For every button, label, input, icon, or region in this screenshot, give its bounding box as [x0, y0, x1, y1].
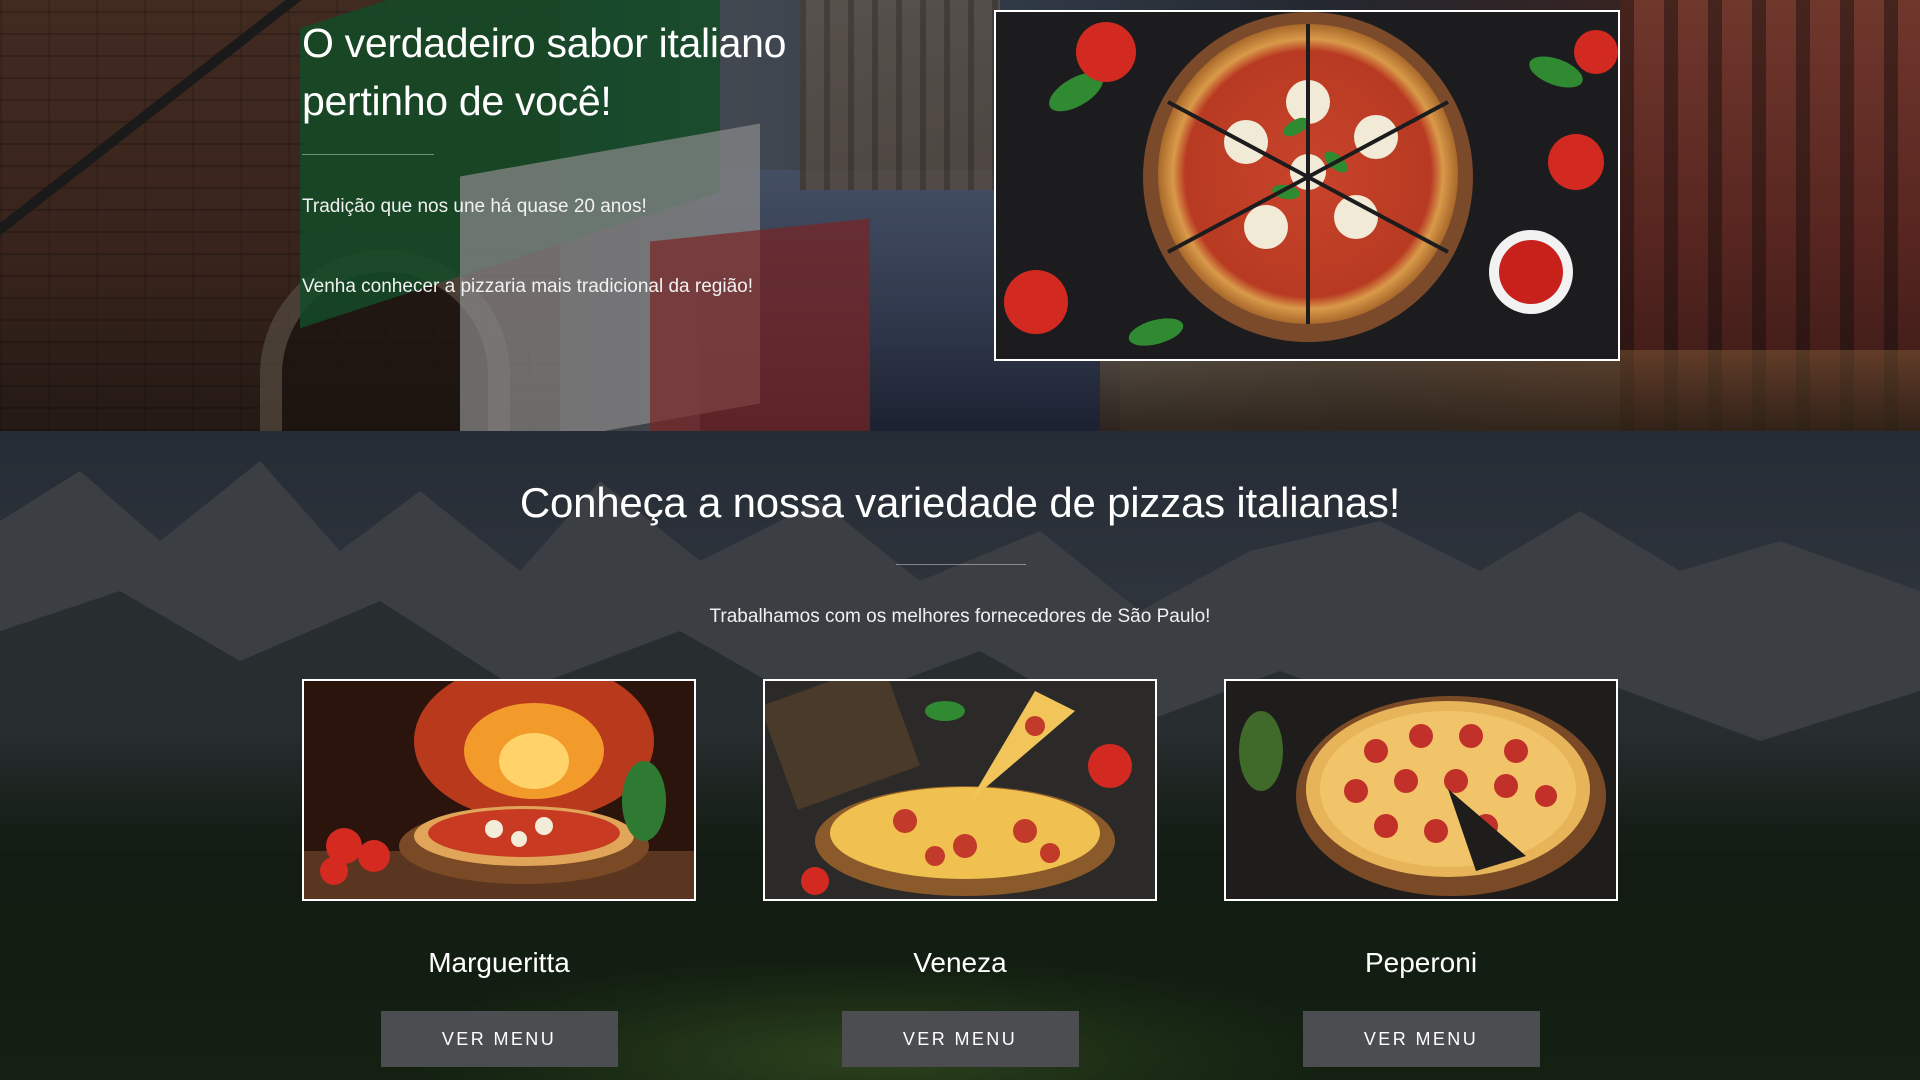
pizza-illustration	[996, 12, 1618, 359]
pizzas-divider	[896, 564, 1026, 565]
pizza-name-veneza: Veneza	[913, 947, 1007, 978]
hero-section: O verdadeiro sabor italiano pertinho de …	[0, 0, 1920, 431]
hero-title-line1: O verdadeiro sabor italiano	[302, 20, 787, 66]
pizza-name-peperoni: Peperoni	[1364, 947, 1478, 978]
hero-invitation: Venha conhecer a pizzaria mais tradicion…	[302, 276, 753, 297]
hero-tagline: Tradição que nos une há quase 20 anos!	[302, 196, 647, 217]
hero-content: O verdadeiro sabor italiano pertinho de …	[302, 14, 862, 299]
pepperoni-pizza-illustration	[1226, 681, 1616, 899]
hero-pizza-image	[994, 10, 1620, 361]
pizza-slice-illustration	[765, 681, 1155, 899]
ver-menu-button-peperoni[interactable]: Ver menu	[1302, 1011, 1540, 1067]
pizza-image-margueritta	[302, 679, 696, 901]
pizza-card-veneza: Veneza Ver menu	[763, 679, 1157, 1067]
hero-overlay	[0, 0, 1920, 431]
ver-menu-button-veneza[interactable]: Ver menu	[841, 1011, 1079, 1067]
pizzas-subtitle: Trabalhamos com os melhores fornecedores…	[709, 606, 1211, 627]
pizza-name-margueritta: Margueritta	[428, 947, 570, 978]
ver-menu-button-margueritta[interactable]: Ver menu	[380, 1011, 618, 1067]
hero-divider	[302, 154, 434, 155]
pizza-image-peperoni	[1224, 679, 1618, 901]
hero-title-line2: pertinho de você!	[302, 78, 612, 124]
pizza-oven-illustration	[304, 681, 694, 899]
pizzas-section: Conheça a nossa variedade de pizzas ital…	[0, 431, 1920, 1080]
pizza-card-peperoni: Peperoni Ver menu	[1224, 679, 1618, 1067]
pizza-image-veneza	[763, 679, 1157, 901]
pizza-card-margueritta: Margueritta Ver menu	[302, 679, 696, 1067]
hero-title: O verdadeiro sabor italiano pertinho de …	[302, 14, 862, 130]
pizzas-title: Conheça a nossa variedade de pizzas ital…	[519, 479, 1401, 526]
